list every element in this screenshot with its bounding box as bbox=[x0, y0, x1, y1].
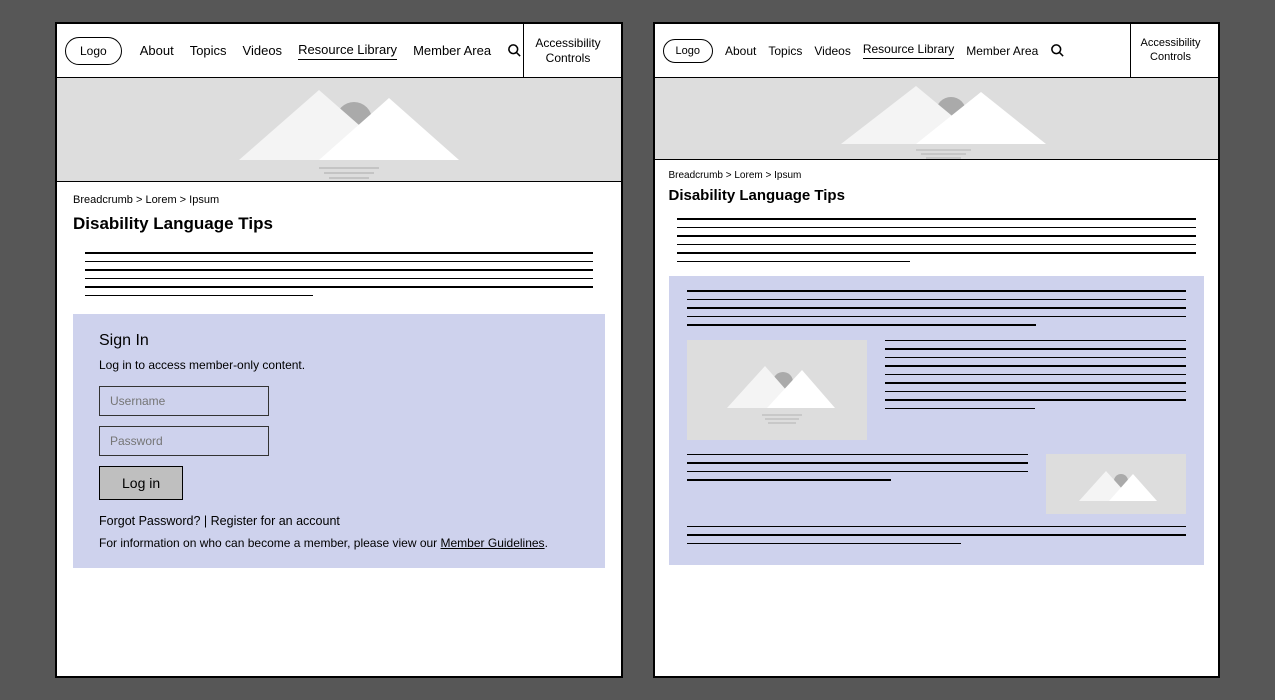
nav-member-area[interactable]: Member Area bbox=[413, 43, 491, 58]
nav-about[interactable]: About bbox=[725, 44, 756, 58]
panel-row-2 bbox=[687, 454, 1187, 514]
page-title: Disability Language Tips bbox=[73, 214, 605, 234]
header: Logo About Topics Videos Resource Librar… bbox=[57, 24, 621, 78]
accessibility-controls[interactable]: Accessibility Controls bbox=[523, 24, 613, 77]
nav-about[interactable]: About bbox=[140, 43, 174, 58]
primary-nav: About Topics Videos Resource Library Mem… bbox=[725, 42, 1130, 59]
wireframe-signed-in: Logo About Topics Videos Resource Librar… bbox=[653, 22, 1221, 678]
hero-image bbox=[655, 78, 1219, 160]
member-guidelines-link[interactable]: Member Guidelines bbox=[441, 536, 545, 550]
signin-info: For information on who can become a memb… bbox=[99, 536, 579, 550]
mountain-icon bbox=[786, 78, 1086, 160]
link-separator: | bbox=[200, 514, 210, 528]
wireframe-signed-out: Logo About Topics Videos Resource Librar… bbox=[55, 22, 623, 678]
body-text-placeholder bbox=[85, 252, 593, 296]
nav-member-area[interactable]: Member Area bbox=[966, 44, 1038, 58]
password-field[interactable] bbox=[99, 426, 269, 456]
panel-text-column bbox=[885, 340, 1187, 440]
breadcrumb[interactable]: Breadcrumb > Lorem > Ipsum bbox=[669, 170, 1205, 181]
nav-resource-library[interactable]: Resource Library bbox=[298, 42, 397, 60]
panel-text-bottom bbox=[687, 526, 1187, 545]
nav-resource-library[interactable]: Resource Library bbox=[863, 42, 954, 59]
forgot-password-link[interactable]: Forgot Password? bbox=[99, 514, 200, 528]
hero-image bbox=[57, 78, 621, 182]
content-area: Breadcrumb > Lorem > Ipsum Disability La… bbox=[655, 160, 1219, 676]
content-area: Breadcrumb > Lorem > Ipsum Disability La… bbox=[57, 182, 621, 676]
nav-topics[interactable]: Topics bbox=[190, 43, 227, 58]
breadcrumb[interactable]: Breadcrumb > Lorem > Ipsum bbox=[73, 194, 605, 206]
logo[interactable]: Logo bbox=[65, 37, 122, 65]
nav-videos[interactable]: Videos bbox=[243, 43, 283, 58]
login-button[interactable]: Log in bbox=[99, 466, 183, 500]
accessibility-controls[interactable]: Accessibility Controls bbox=[1130, 24, 1210, 77]
primary-nav: About Topics Videos Resource Library Mem… bbox=[140, 42, 523, 60]
username-field[interactable] bbox=[99, 386, 269, 416]
header: Logo About Topics Videos Resource Librar… bbox=[655, 24, 1219, 78]
panel-text-column-left bbox=[687, 454, 1029, 488]
signin-panel: Sign In Log in to access member-only con… bbox=[73, 314, 605, 568]
search-icon[interactable] bbox=[1050, 43, 1065, 58]
member-content-panel bbox=[669, 276, 1205, 565]
search-icon[interactable] bbox=[507, 43, 522, 58]
nav-topics[interactable]: Topics bbox=[768, 44, 802, 58]
panel-text-placeholder bbox=[687, 290, 1187, 326]
info-suffix: . bbox=[545, 536, 548, 550]
content-image-2 bbox=[1046, 454, 1186, 514]
page-title: Disability Language Tips bbox=[669, 187, 1205, 204]
logo[interactable]: Logo bbox=[663, 39, 713, 63]
signin-links: Forgot Password? | Register for an accou… bbox=[99, 514, 579, 528]
body-text-placeholder bbox=[677, 218, 1197, 262]
signin-title: Sign In bbox=[99, 332, 579, 350]
mountain-icon bbox=[1061, 459, 1171, 509]
info-prefix: For information on who can become a memb… bbox=[99, 536, 441, 550]
register-link[interactable]: Register for an account bbox=[211, 514, 340, 528]
content-image-1 bbox=[687, 340, 867, 440]
mountain-icon bbox=[179, 80, 499, 180]
panel-row-1 bbox=[687, 340, 1187, 440]
mountain-icon bbox=[707, 350, 847, 430]
nav-videos[interactable]: Videos bbox=[814, 44, 850, 58]
signin-subtitle: Log in to access member-only content. bbox=[99, 358, 579, 372]
